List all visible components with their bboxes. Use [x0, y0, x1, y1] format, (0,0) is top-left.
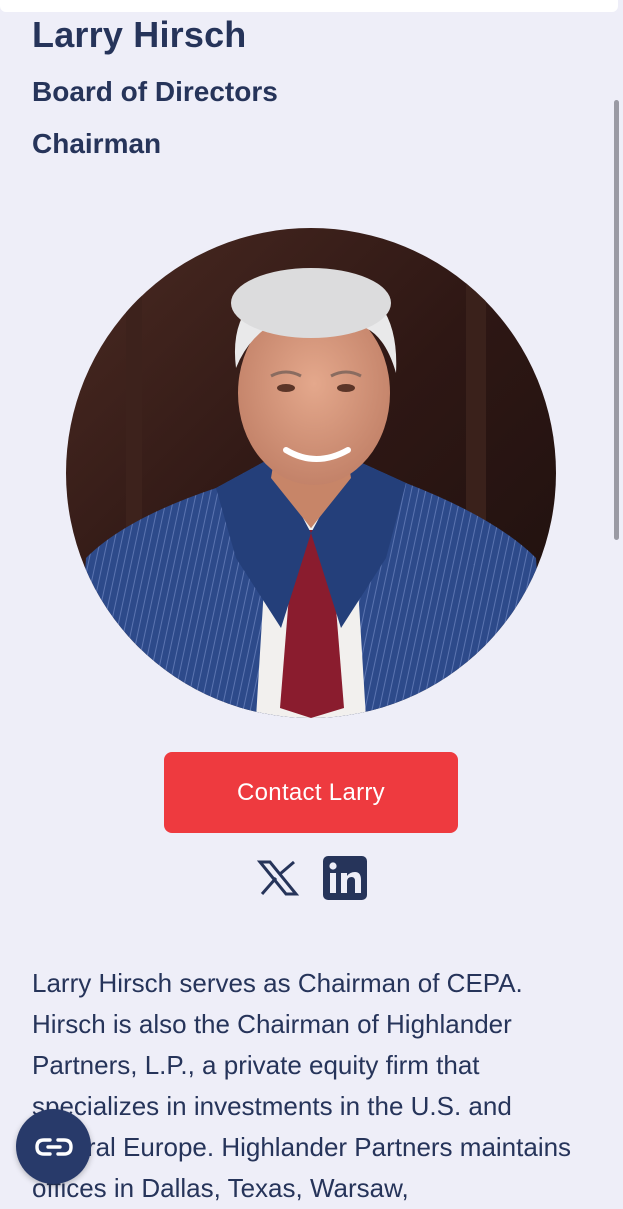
profile-photo — [66, 228, 556, 718]
profile-role-board: Board of Directors — [32, 76, 278, 107]
chat-link-icon — [34, 1137, 73, 1156]
chat-button[interactable] — [16, 1109, 91, 1184]
profile-role-title: Chairman — [32, 128, 162, 159]
bio-text: Larry Hirsch serves as Chairman of CEPA.… — [32, 968, 572, 1203]
profile-name: Larry Hirsch — [32, 14, 247, 55]
linkedin-icon[interactable] — [323, 856, 367, 900]
x-icon[interactable] — [256, 856, 300, 900]
contact-button[interactable]: Contact Larry — [164, 752, 458, 833]
scrollbar[interactable] — [614, 100, 619, 540]
browser-top-strip — [0, 0, 618, 12]
